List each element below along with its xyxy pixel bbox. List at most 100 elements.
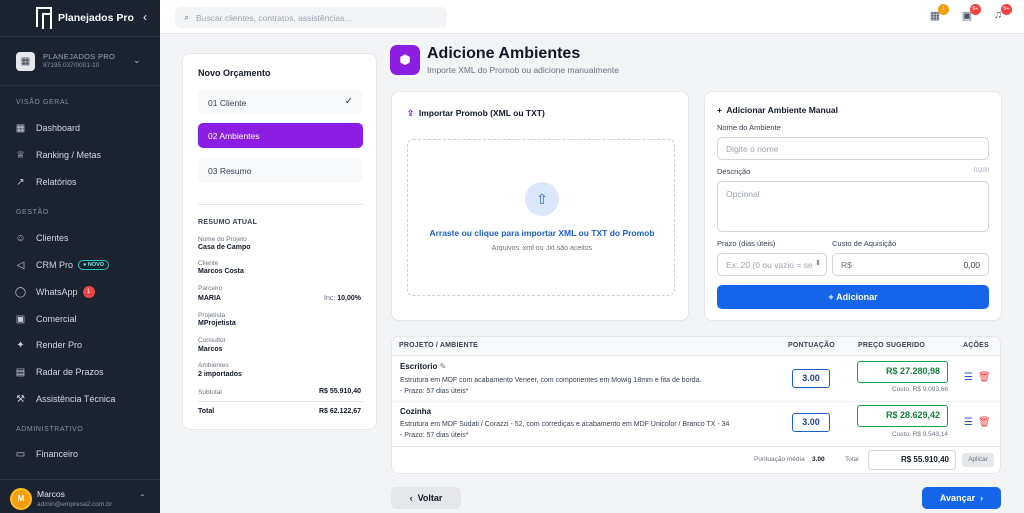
client-value: Marcos Costa [198,268,244,275]
import-card: ⇪ Importar Promob (XML ou TXT) ⇧ Arraste… [391,91,689,321]
logo-icon [36,7,52,29]
sidebar-item-support[interactable]: ⚒ Assistência Técnica [14,390,154,408]
trophy-icon: ♕ [16,149,25,161]
description-placeholder: Opcional [726,189,760,199]
project-label: Nome do Projeto [198,236,247,243]
row-description: Estrutura em MDF com acabamento Veneer, … [400,375,790,397]
calendar-icon[interactable]: ▦ 1 [928,4,949,23]
search-input[interactable]: ⌕ Buscar clientes, contratos, assistênci… [175,7,447,28]
app-name: Planejados Pro [58,12,134,24]
partner-inc: Inc: 10,00% [324,295,361,302]
cost-label: Custo de Aquisição [832,239,897,248]
add-room-label: Adicionar [836,292,878,302]
sidebar-item-deadlines[interactable]: ▤ Radar de Prazos [14,363,154,381]
wallet-icon: ▭ [15,448,26,460]
price-input[interactable]: R$ 28.629,42 [857,405,948,427]
room-name-input[interactable]: Digite o nome [717,137,989,160]
rooms-value: 2 importados [198,371,242,378]
step-rooms[interactable]: 02 Ambientes [198,123,363,148]
price-input[interactable]: R$ 27.280,98 [857,361,948,383]
trash-icon[interactable]: 🗑 [978,372,991,383]
term-label: Prazo (dias úteis) [717,239,776,248]
col-price: PREÇO SUGERIDO [858,342,925,349]
apply-button[interactable]: Aplicar [962,453,994,467]
users-icon: ☺ [15,232,26,244]
footer-divider [392,446,1000,447]
partner-inc-label: Inc: [324,295,336,302]
cost-prefix: R$ [841,259,852,270]
sidebar-item-whatsapp[interactable]: ◯ WhatsApp 1 [14,283,154,301]
pencil-icon[interactable]: ✎ [440,362,447,371]
sidebar-item-dashboard[interactable]: ▦ Dashboard [14,119,154,137]
manual-title-text: Adicionar Ambiente Manual [726,105,839,115]
row-description: Estrutura em MDF Sudati / Corazzi - 52, … [400,419,790,441]
step-label: 03 Resumo [208,165,252,176]
rooms-label: Ambientes [198,362,229,369]
briefcase-icon: ▣ [15,313,26,325]
sidebar-item-ranking[interactable]: ♕ Ranking / Metas [14,146,154,164]
row-divider [392,401,1000,402]
step-client[interactable]: 01 Cliente ✓ [198,90,363,115]
description-counter: 0/200 [973,168,989,174]
cost-input[interactable]: R$ 0,00 [832,253,989,276]
collapse-sidebar-icon[interactable]: ‹ [143,10,147,24]
cube-icon: ⬢ [390,45,420,75]
total-label: Total [198,408,215,415]
step-summary[interactable]: 03 Resumo [198,158,363,183]
file-dropzone[interactable]: ⇧ Arraste ou clique para importar XML ou… [407,139,675,296]
room-name-placeholder: Digite o nome [726,143,779,154]
back-label: Voltar [417,493,443,503]
list-icon[interactable]: ☰ [964,417,973,428]
sidebar-item-commercial[interactable]: ▣ Comercial [14,310,154,328]
tasks-badge: 9+ [970,4,981,15]
stepper-icon[interactable]: ⇕ [815,259,821,267]
calendar-badge: 1 [938,4,949,15]
wrench-icon: ⚒ [16,393,25,405]
sidebar-item-label: Clientes [36,233,69,243]
megaphone-icon: ◁ [16,259,25,271]
section-management: GESTÃO [16,209,49,216]
plus-icon: + [828,292,834,302]
consultant-label: Consultor [198,337,226,344]
room-name-label: Nome do Ambiente [717,123,781,132]
sidebar-item-finance[interactable]: ▭ Financeiro [14,445,154,463]
sidebar-item-crm[interactable]: ◁ CRM Pro ● NOVO [14,256,154,274]
sidebar-item-label: Relatórios [36,177,77,187]
add-room-button[interactable]: + Adicionar [717,285,989,309]
back-button[interactable]: ‹ Voltar [391,487,461,509]
tasks-icon[interactable]: ▣ 9+ [960,4,981,23]
company-selector[interactable]: ▦ PLANEJADOS PRO 87195.037/0001-10 ⌄ [0,36,160,86]
score-input[interactable]: 3.00 [792,413,830,432]
footer-total-label: Total [845,456,859,463]
user-menu[interactable]: M Marcos admin@empresa2.com.br ⌃ [0,479,160,513]
sidebar-item-reports[interactable]: ↗ Relatórios [14,173,154,191]
company-name: PLANEJADOS PRO [43,52,116,61]
footer-total-input[interactable]: R$ 55.910,40 [868,450,956,470]
term-input[interactable]: Ex: 20 (0 ou vazio = se ⇕ [717,253,827,276]
row-name: Escritorio ✎ [400,362,446,371]
sidebar-item-label: Radar de Prazos [36,367,104,377]
import-title: ⇪ Importar Promob (XML ou TXT) [407,108,545,119]
list-icon[interactable]: ☰ [964,372,973,383]
score-input[interactable]: 3.00 [792,369,830,388]
col-score: PONTUAÇÃO [788,342,835,349]
next-button[interactable]: Avançar › [922,487,1001,509]
row-desc-text: Estrutura em MDF com acabamento Veneer, … [400,377,702,384]
sidebar-item-label: Comercial [36,314,77,324]
building-icon: ▦ [16,52,35,71]
col-actions: AÇÕES [963,342,989,349]
sidebar-item-label: Ranking / Metas [36,150,102,160]
sidebar-item-render[interactable]: ✦ Render Pro [14,336,154,354]
manual-title: + Adicionar Ambiente Manual [717,105,838,115]
project-value: Casa de Campo [198,244,251,251]
description-textarea[interactable]: Opcional [717,181,989,232]
bell-icon[interactable]: ♫ 9+ [991,4,1012,23]
row-desc-text: Estrutura em MDF Sudati / Corazzi - 52, … [400,421,730,428]
sidebar-item-label: Financeiro [36,449,79,459]
rooms-table: Escritorio ✎ Estrutura em MDF com acabam… [391,336,1001,474]
consultant-value: Marcos [198,346,223,353]
grid-icon: ▦ [15,122,26,134]
page-subtitle: Importe XML do Promob ou adicione manual… [427,65,619,75]
sidebar-item-clients[interactable]: ☺ Clientes [14,229,154,247]
trash-icon[interactable]: 🗑 [978,417,991,428]
